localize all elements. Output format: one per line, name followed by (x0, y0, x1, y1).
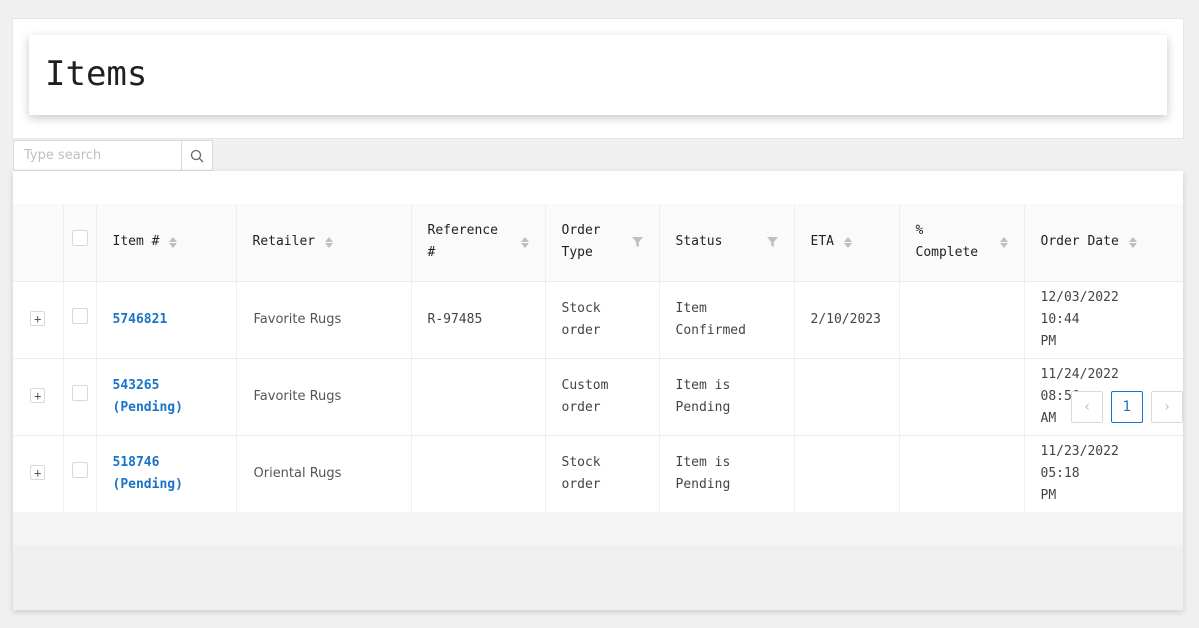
filter-icon[interactable] (631, 237, 643, 248)
column-label-retailer: Retailer (252, 234, 316, 250)
table-row[interactable]: + 518746 (Pending) Oriental Rugs Stock o… (13, 435, 1183, 513)
row-checkbox[interactable] (71, 307, 88, 324)
order-type-cell: Stock order (545, 435, 660, 513)
expand-cell: + (13, 281, 64, 359)
table-header-row: Item # Retailer Reference # Order Type S… (13, 204, 1183, 282)
column-label-item: Item # (112, 234, 160, 250)
select-cell (63, 358, 97, 436)
table-row[interactable]: + 543265 (Pending) Favorite Rugs Custom … (13, 358, 1183, 436)
complete-cell (899, 435, 1025, 513)
column-label-reference: Reference # (427, 223, 498, 261)
column-label-eta: ETA (810, 234, 834, 250)
page-title: Items (45, 54, 148, 94)
items-table: Item # Retailer Reference # Order Type S… (13, 204, 1183, 513)
select-all-checkbox[interactable] (71, 230, 88, 247)
expand-header (13, 204, 64, 282)
retailer-cell: Favorite Rugs (236, 281, 412, 359)
order-type-cell: Stock order (545, 281, 660, 359)
select-all-header (63, 204, 97, 282)
reference-cell: R-97485 (411, 281, 546, 359)
expand-row-button[interactable]: + (30, 465, 46, 480)
order-type-cell: Custom order (545, 358, 660, 436)
column-header-order-date[interactable]: Order Date (1024, 204, 1183, 282)
order-date-cell: 12/03/2022 10:44 PM (1024, 281, 1183, 359)
column-header-item[interactable]: Item # (96, 204, 237, 282)
status-cell: Item Confirmed (659, 281, 795, 359)
row-checkbox[interactable] (71, 384, 88, 401)
expand-cell: + (13, 435, 64, 513)
reference-cell (411, 358, 546, 436)
eta-cell (794, 435, 900, 513)
pagination-page-1[interactable]: 1 (1111, 391, 1143, 423)
search-button[interactable] (181, 140, 213, 171)
title-box: Items (29, 35, 1167, 115)
search-bar (13, 140, 213, 171)
table-footer (13, 512, 1183, 545)
sort-icon[interactable] (325, 236, 334, 248)
select-cell (63, 281, 97, 359)
reference-cell (411, 435, 546, 513)
column-label-order-date: Order Date (1040, 234, 1119, 250)
column-header-eta[interactable]: ETA (794, 204, 900, 282)
column-header-complete[interactable]: % Complete (899, 204, 1025, 282)
column-label-status: Status (675, 234, 723, 250)
filter-icon[interactable] (766, 237, 778, 248)
expand-row-button[interactable]: + (30, 311, 46, 326)
retailer-cell: Favorite Rugs (236, 358, 412, 436)
sort-icon[interactable] (169, 236, 178, 248)
search-icon (190, 149, 204, 162)
status-cell: Item is Pending (659, 435, 795, 513)
eta-cell (794, 358, 900, 436)
column-label-order-type: Order Type (561, 223, 601, 261)
complete-cell (899, 281, 1025, 359)
expand-row-button[interactable]: + (30, 388, 46, 403)
sort-icon[interactable] (999, 236, 1008, 248)
sort-icon[interactable] (843, 236, 852, 248)
eta-cell: 2/10/2023 (794, 281, 900, 359)
sort-icon[interactable] (1128, 236, 1137, 248)
column-header-retailer[interactable]: Retailer (236, 204, 412, 282)
order-date-cell: 11/23/2022 05:18 PM (1024, 435, 1183, 513)
row-checkbox[interactable] (71, 461, 88, 478)
column-header-order-type[interactable]: Order Type (545, 204, 660, 282)
complete-cell (899, 358, 1025, 436)
pagination-prev-button[interactable]: ‹ (1071, 391, 1103, 423)
select-cell (63, 435, 97, 513)
pagination-next-button[interactable]: › (1151, 391, 1183, 423)
expand-cell: + (13, 358, 64, 436)
header-card: Items (12, 18, 1184, 139)
status-cell: Item is Pending (659, 358, 795, 436)
column-label-complete: % Complete (915, 223, 979, 261)
table-toolbar (13, 171, 1183, 204)
item-number-link[interactable]: 518746 (Pending) (96, 435, 237, 513)
table-row[interactable]: + 5746821 Favorite Rugs R-97485 Stock or… (13, 281, 1183, 359)
column-header-status[interactable]: Status (659, 204, 795, 282)
table-card: Item # Retailer Reference # Order Type S… (13, 171, 1183, 610)
search-input[interactable] (14, 141, 181, 170)
item-number-link[interactable]: 5746821 (96, 281, 237, 359)
retailer-cell: Oriental Rugs (236, 435, 412, 513)
column-header-reference[interactable]: Reference # (411, 204, 546, 282)
item-number-link[interactable]: 543265 (Pending) (96, 358, 237, 436)
sort-icon[interactable] (520, 236, 529, 248)
